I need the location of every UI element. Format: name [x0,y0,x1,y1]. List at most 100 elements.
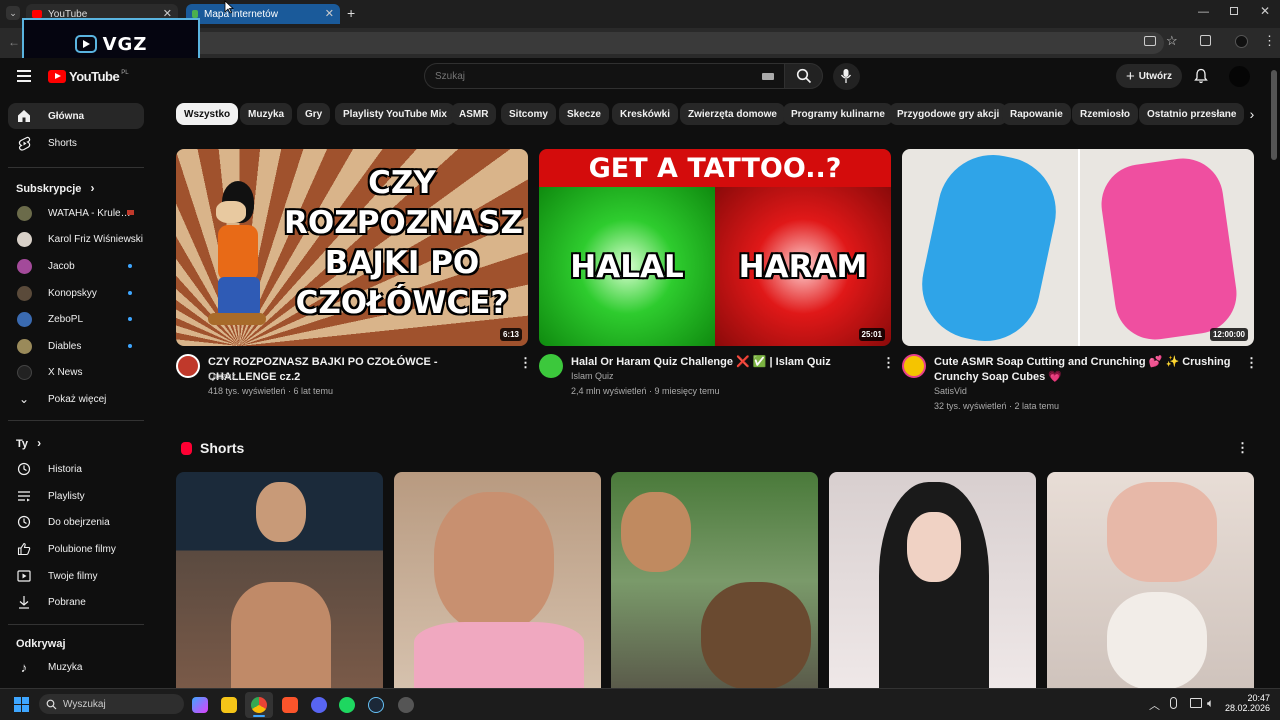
chevron-right-icon: › [90,181,95,195]
short-thumbnail[interactable] [829,472,1036,690]
channel-avatar[interactable] [902,354,926,378]
chip-0[interactable]: Wszystko [176,103,239,125]
chip-11[interactable]: Rapowanie [1002,103,1071,125]
sidebar-sub-wataha[interactable]: WATAHA - Krule… [8,200,144,226]
search-box[interactable] [424,63,784,89]
chips-next-button[interactable]: › [1242,103,1262,125]
app-icon[interactable] [398,697,414,713]
sidebar-sub-zebopl[interactable]: ZeboPL [8,306,144,332]
network-icon[interactable] [1190,698,1202,708]
profile-avatar[interactable] [1235,35,1248,48]
chip-13[interactable]: Ostatnio przesłane [1139,103,1245,125]
video-title[interactable]: Halal Or Haram Quiz Challenge ❌ ✅ | Isla… [571,355,871,370]
sidebar-sub-karol-friz[interactable]: Karol Friz Wiśniewski [8,226,144,252]
volume-icon[interactable]: 🔈︎ [1207,696,1214,711]
chrome-icon[interactable] [251,697,267,713]
you-heading[interactable]: Ty › [16,436,41,450]
close-tab-icon[interactable]: ✕ [325,7,334,20]
bookmark-star-icon[interactable]: ☆ [1166,33,1178,49]
tab-list-dropdown[interactable]: ⌄ [6,6,20,20]
video-title[interactable]: CZY ROZPOZNASZ BAJKI PO CZOŁÓWCE - CHALL… [208,355,508,385]
sidebar-sub-jacob[interactable]: Jacob [8,253,144,279]
sidebar-item-playlists[interactable]: Playlisty [8,483,144,509]
keyboard-icon[interactable] [762,73,774,80]
page-scrollbar[interactable] [1271,70,1277,160]
chip-1[interactable]: Muzyka [240,103,293,125]
chip-12[interactable]: Rzemiosło [1072,103,1139,125]
file-explorer-icon[interactable] [221,697,237,713]
chip-4[interactable]: ASMR [451,103,497,125]
video-meta: 32 tys. wyświetleń · 2 lata temu [934,401,1060,411]
short-thumbnail[interactable] [176,472,383,690]
sidebar-item-watch-later[interactable]: Do obejrzenia [8,509,144,535]
sidebar-sub-x-news[interactable]: X News [8,359,144,385]
channel-name[interactable]: SatisVid [934,384,967,399]
taskbar-search-box[interactable]: Wyszukaj [39,694,184,714]
copilot-icon[interactable] [192,697,208,713]
show-more-button[interactable]: ⌄ Pokaż więcej [8,386,144,412]
cast-icon[interactable] [1144,36,1156,46]
sidebar-sub-konopskyy[interactable]: Konopskyy [8,280,144,306]
avatar [17,285,32,301]
channel-avatar[interactable] [176,354,200,378]
notifications-bell-icon[interactable] [1194,68,1208,89]
browser-menu-icon[interactable]: ⋮ [1263,33,1276,49]
more-actions-icon[interactable]: ⋮ [1245,355,1258,371]
youtube-logo[interactable]: YouTube PL [48,69,129,84]
minimize-button[interactable]: — [1198,6,1209,18]
more-actions-icon[interactable]: ⋮ [519,355,532,371]
chip-2[interactable]: Gry [297,103,331,125]
close-window-button[interactable]: ✕ [1260,4,1270,18]
chip-3[interactable]: Playlisty YouTube Mix [335,103,455,125]
channel-name[interactable]: Islam Quiz [571,369,614,384]
sidebar-item-label: Twoje filmy [48,570,98,582]
sidebar-item-downloads[interactable]: Pobrane [8,589,144,615]
short-thumbnail[interactable] [1047,472,1254,690]
voice-search-button[interactable] [833,63,860,90]
search-button[interactable] [784,63,823,89]
sidebar-item-your-videos[interactable]: Twoje filmy [8,563,144,589]
sidebar-sub-diables[interactable]: Diables [8,333,144,359]
chip-8[interactable]: Zwierzęta domowe [680,103,785,125]
more-actions-icon[interactable]: ⋮ [882,355,895,371]
video-title[interactable]: Cute ASMR Soap Cutting and Crunching 💕 ✨… [934,355,1234,385]
sidebar-item-music[interactable]: ♪ Muzyka [8,654,144,680]
maximize-button[interactable] [1230,7,1238,15]
discord-icon[interactable] [311,697,327,713]
channel-name[interactable]: Quizuz [208,369,236,384]
chip-9[interactable]: Programy kulinarne [783,103,893,125]
video-thumbnail[interactable]: CZY ROZPOZNASZ BAJKI PO CZOŁÓWCE? 6:13 [176,149,528,346]
tab-mapa-internetow[interactable]: Mapa internetów ✕ [186,4,340,24]
extensions-icon[interactable] [1200,35,1211,46]
new-tab-button[interactable]: + [347,5,355,21]
shorts-more-icon[interactable]: ⋮ [1236,440,1249,456]
create-button[interactable]: + Utwórz [1116,64,1182,88]
sidebar-item-liked[interactable]: Polubione filmy [8,536,144,562]
spotify-icon[interactable] [339,697,355,713]
back-icon[interactable]: ← [8,35,20,49]
chevron-up-icon[interactable]: ︿ [1149,697,1160,713]
chip-6[interactable]: Skecze [559,103,609,125]
video-thumbnail[interactable]: 12:00:00 [902,149,1254,346]
sidebar-item-shorts[interactable]: Shorts [8,130,144,156]
short-thumbnail[interactable] [394,472,601,690]
microphone-icon[interactable] [1170,697,1177,709]
video-thumbnail[interactable]: GET A TATTOO..? HALAL HARAM 25:01 [539,149,891,346]
short-thumbnail[interactable] [611,472,818,690]
sidebar-item-home[interactable]: Główna [8,103,144,129]
search-input[interactable] [435,69,735,84]
chip-10[interactable]: Przygodowe gry akcji [889,103,1008,125]
chip-5[interactable]: Sitcomy [501,103,556,125]
steam-icon[interactable] [368,697,384,713]
clock-widget[interactable]: 20:47 28.02.2026 [1222,693,1270,713]
channel-avatar[interactable] [539,354,563,378]
hamburger-menu-icon[interactable] [17,70,31,82]
person-image [256,482,306,542]
windows-start-icon[interactable] [14,697,29,712]
sidebar-item-label: Diables [48,340,82,352]
sidebar-item-history[interactable]: Historia [8,456,144,482]
account-avatar[interactable] [1229,66,1250,87]
subscriptions-heading[interactable]: Subskrypcje › [16,181,94,195]
chip-7[interactable]: Kreskówki [612,103,679,125]
brave-icon[interactable] [282,697,298,713]
